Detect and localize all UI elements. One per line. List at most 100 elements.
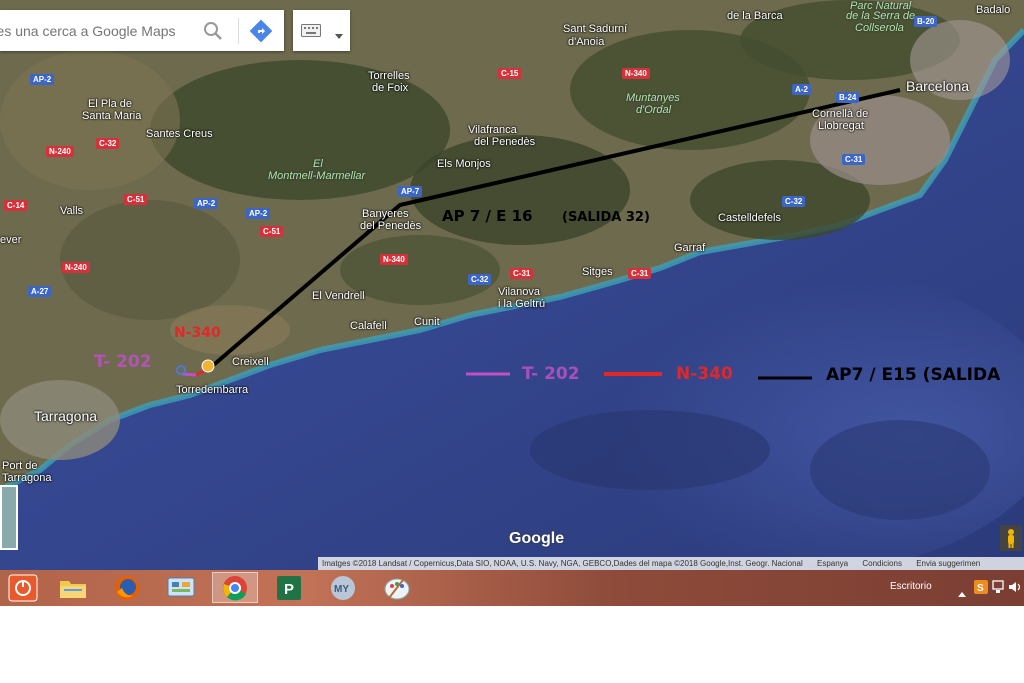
destination-marker — [201, 359, 215, 373]
place-montmell: Montmell-Marmellar — [268, 170, 366, 182]
file-explorer-icon[interactable] — [50, 572, 96, 603]
place-llobregat: Llobregat — [818, 120, 864, 132]
place-port-tarragona: Tarragona — [2, 472, 52, 484]
place-calafell: Calafell — [350, 320, 387, 332]
place-port: Port de — [2, 460, 38, 472]
svg-text:S: S — [977, 583, 984, 594]
road-shield: C-51 — [124, 194, 148, 205]
place-ordal: d'Ordal — [636, 104, 672, 116]
ap7-map-label: AP 7 / E 16 — [442, 207, 533, 225]
road-shield: C-31 — [510, 268, 534, 279]
legend-ap7-label: AP7 / E15 (SALIDA — [826, 365, 1001, 385]
road-shield: N-340 — [380, 254, 408, 265]
tray-app-icon[interactable]: S — [974, 580, 988, 599]
map-view[interactable]: Badalo de la Barca Sant Sadurní d'Anoia … — [0, 0, 1024, 570]
road-shield: N-240 — [62, 262, 90, 273]
road-shield: C-51 — [260, 226, 284, 237]
directions-icon[interactable] — [248, 18, 274, 44]
place-santa-maria: Santa Maria — [82, 110, 142, 122]
network-icon[interactable] — [992, 580, 1004, 599]
google-logo: Google — [509, 530, 565, 547]
place-creixell: Creixell — [232, 356, 269, 368]
chevron-up-icon[interactable] — [958, 584, 966, 602]
road-shield: A-27 — [28, 286, 52, 297]
svg-text:MY: MY — [334, 584, 349, 595]
paint-icon[interactable] — [374, 572, 420, 603]
place-cunit: Cunit — [414, 316, 440, 328]
project-icon[interactable]: P — [266, 572, 312, 603]
input-tools-button[interactable] — [293, 10, 350, 51]
place-banyeres-penedes: del Penedès — [360, 220, 422, 232]
my-icon[interactable]: MY — [320, 572, 366, 603]
pegman-icon[interactable] — [1000, 525, 1022, 551]
place-garraf: Garraf — [674, 242, 706, 254]
place-valls: Valls — [60, 205, 84, 217]
place-serra: de la Serra de — [846, 10, 916, 22]
place-sant-sadurni: Sant Sadurní — [563, 23, 628, 35]
place-vilanova: Vilanova — [498, 286, 540, 298]
legend-n340-label: N-340 — [676, 364, 733, 384]
salida-map-label: (SALIDA 32) — [562, 210, 650, 225]
place-tarragona: Tarragona — [34, 408, 98, 424]
control-panel-icon[interactable] — [158, 572, 204, 603]
road-shield: C-32 — [782, 196, 806, 207]
satellite-layer-toggle[interactable] — [0, 485, 18, 550]
terms-link[interactable]: Condicions — [862, 559, 902, 568]
chevron-down-icon[interactable] — [335, 27, 343, 45]
t202-map-label: T- 202 — [94, 352, 152, 372]
road-shield: N-240 — [46, 146, 74, 157]
road-shield: A-2 — [792, 84, 811, 95]
windows-taskbar: P MY Escritorio S — [0, 570, 1024, 606]
road-shield: AP-2 — [246, 208, 271, 219]
road-shield: B-20 — [914, 16, 938, 27]
search-box — [0, 10, 284, 51]
place-castelldefels: Castelldefels — [718, 212, 781, 224]
firefox-icon[interactable] — [104, 572, 150, 603]
place-el-pla: El Pla de — [88, 98, 133, 110]
place-sitges: Sitges — [582, 266, 613, 278]
road-shield: AP-2 — [30, 74, 55, 85]
place-vendrell: El Vendrell — [312, 290, 365, 302]
place-collserola: Collserola — [855, 22, 904, 34]
place-el: El — [313, 158, 323, 170]
place-vilafranca: Vilafranca — [468, 124, 517, 136]
place-barcelona: Barcelona — [906, 78, 970, 94]
place-badalona: Badalo — [976, 4, 1011, 16]
place-foix: de Foix — [372, 82, 409, 94]
volume-icon[interactable] — [1008, 580, 1022, 599]
place-muntanyes: Muntanyes — [626, 92, 680, 104]
search-icon[interactable] — [200, 18, 226, 44]
map-attribution: Imatges ©2018 Landsat / Copernicus,Data … — [318, 557, 1024, 570]
feedback-link[interactable]: Envia suggerimen — [916, 559, 980, 568]
place-banyeres: Banyeres — [362, 208, 409, 220]
power-icon[interactable] — [0, 572, 46, 603]
road-shield: C-14 — [4, 200, 28, 211]
search-input[interactable] — [0, 10, 200, 51]
satellite-terrain — [0, 0, 1024, 570]
place-monjos: Els Monjos — [437, 158, 491, 170]
place-penedes: del Penedès — [474, 136, 536, 148]
road-shield: AP-7 — [398, 186, 423, 197]
road-shield: C-31 — [628, 268, 652, 279]
place-la-barca: de la Barca — [727, 10, 783, 22]
imagery-credit: Imatges ©2018 Landsat / Copernicus,Data … — [322, 559, 803, 568]
road-shield: C-31 — [842, 154, 866, 165]
svg-text:P: P — [284, 581, 294, 598]
road-shield: C-32 — [96, 138, 120, 149]
place-santes-creus: Santes Creus — [146, 128, 213, 140]
place-geltru: i la Geltrú — [498, 298, 546, 310]
divider — [238, 18, 239, 44]
place-cornella: Cornellà de — [812, 108, 869, 120]
place-torrelles: Torrelles — [368, 70, 410, 82]
keyboard-icon — [301, 24, 321, 42]
n340-map-label: N-340 — [174, 325, 221, 341]
country-link[interactable]: Espanya — [817, 559, 848, 568]
legend-t202-label: T- 202 — [522, 364, 580, 384]
road-shield: C-32 — [468, 274, 492, 285]
chrome-icon[interactable] — [212, 572, 258, 603]
t202-route-line — [181, 372, 197, 377]
desktop-toolbar-label[interactable]: Escritorio — [890, 581, 932, 592]
road-shield: AP-2 — [194, 198, 219, 209]
road-shield: C-15 — [498, 68, 522, 79]
place-ever: ever — [0, 234, 22, 246]
